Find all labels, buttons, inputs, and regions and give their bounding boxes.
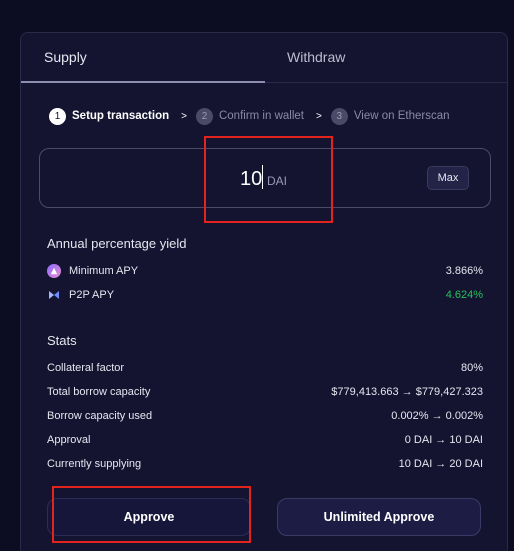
p2p-icon xyxy=(47,288,61,302)
stats-value: 0.002% → 0.002% xyxy=(391,410,483,422)
active-tab-indicator xyxy=(21,81,265,83)
stats-value: 0 DAI → 10 DAI xyxy=(404,434,483,446)
approve-button[interactable]: Approve xyxy=(47,498,251,536)
apy-label: P2P APY xyxy=(69,289,115,301)
stats-row: Total borrow capacity $779,413.663 → $77… xyxy=(47,384,483,400)
stats-section-title: Stats xyxy=(47,333,77,348)
tab-withdraw[interactable]: Withdraw xyxy=(287,49,345,65)
apy-row-minimum: Minimum APY 3.866% xyxy=(47,263,483,279)
tab-supply[interactable]: Supply xyxy=(44,49,87,65)
chevron-right-icon: > xyxy=(181,110,187,122)
amount-unit: DAI xyxy=(267,174,288,188)
stats-label: Currently supplying xyxy=(47,458,142,470)
transaction-steps: 1 Setup transaction > 2 Confirm in walle… xyxy=(49,106,450,126)
stats-row: Currently supplying 10 DAI → 20 DAI xyxy=(47,456,483,472)
stats-row: Borrow capacity used 0.002% → 0.002% xyxy=(47,408,483,424)
chevron-right-icon: > xyxy=(315,110,322,122)
stats-value: 80% xyxy=(460,362,483,374)
stats-row: Approval 0 DAI → 10 DAI xyxy=(47,432,483,448)
step-2-number: 2 xyxy=(195,107,213,125)
stats-row: Collateral factor 80% xyxy=(47,360,483,376)
max-button[interactable]: Max xyxy=(427,166,469,190)
stats-value: $779,413.663 → $779,427.323 xyxy=(331,386,483,398)
stats-label: Total borrow capacity xyxy=(47,386,151,398)
tab-bar: Supply Withdraw xyxy=(21,33,507,83)
stats-value: 10 DAI → 20 DAI xyxy=(398,458,483,470)
step-3-number: 3 xyxy=(330,107,348,125)
apy-row-p2p: P2P APY 4.624% xyxy=(47,287,483,303)
stats-label: Approval xyxy=(47,434,91,446)
morpho-icon xyxy=(47,264,61,278)
supply-panel: Supply Withdraw 1 Setup transaction > 2 … xyxy=(20,32,508,551)
apy-section-title: Annual percentage yield xyxy=(47,236,187,251)
apy-label: Minimum APY xyxy=(69,265,139,277)
apy-value: 4.624% xyxy=(445,289,483,301)
apy-value: 3.866% xyxy=(445,265,483,277)
step-3-label: View on Etherscan xyxy=(353,110,450,122)
stats-label: Borrow capacity used xyxy=(47,410,153,422)
step-2-label: Confirm in wallet xyxy=(218,110,304,122)
amount-input[interactable]: 10 DAI Max xyxy=(39,148,491,208)
text-cursor xyxy=(262,165,263,189)
step-1-number: 1 xyxy=(49,107,66,125)
step-1-label: Setup transaction xyxy=(72,110,170,122)
stats-label: Collateral factor xyxy=(47,362,125,374)
unlimited-approve-button[interactable]: Unlimited Approve xyxy=(277,498,481,536)
amount-value: 10 xyxy=(240,168,263,190)
